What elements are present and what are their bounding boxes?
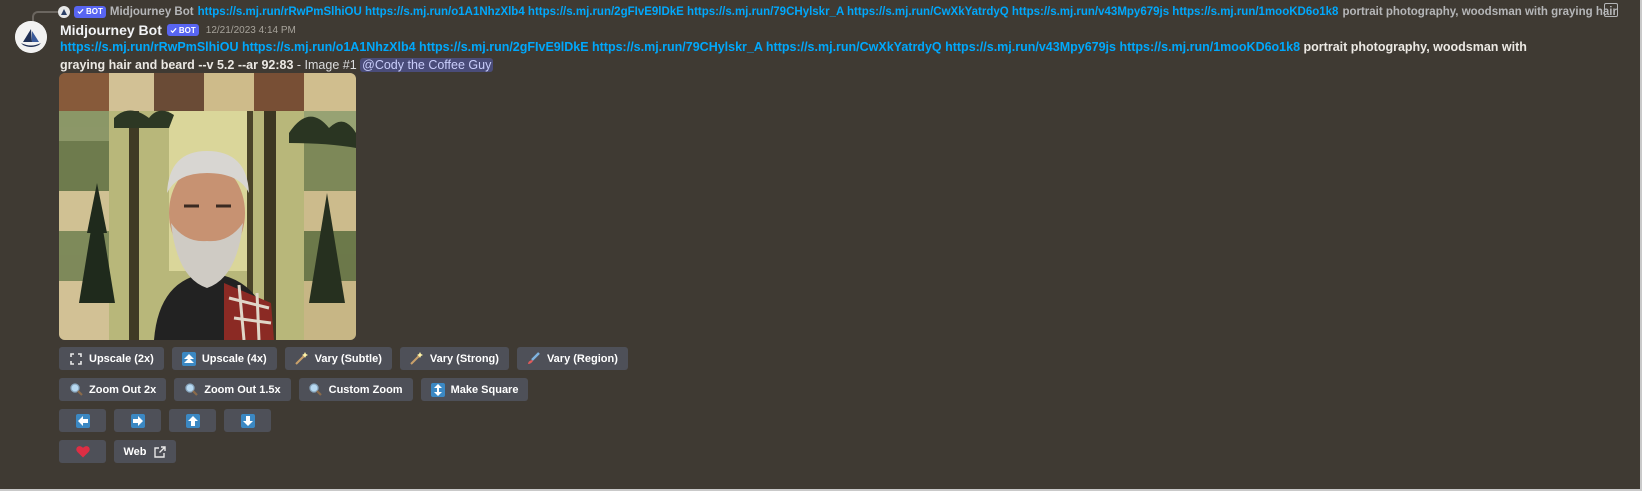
vary-subtle-button[interactable]: Vary (Subtle) <box>284 347 392 370</box>
message-header: Midjourney Bot BOT 12/21/2023 4:14 PM <box>60 21 296 39</box>
custom-zoom-label: Custom Zoom <box>328 383 403 396</box>
magnifier-icon <box>184 383 198 397</box>
arrow-left-icon <box>75 413 90 428</box>
web-button[interactable]: Web <box>114 440 176 463</box>
message-author[interactable]: Midjourney Bot <box>60 22 162 38</box>
message-content: https://s.mj.run/rRwPmSlhiOU https://s.m… <box>60 38 1540 74</box>
favorite-button[interactable] <box>59 440 106 463</box>
magic-wand-icon <box>410 352 424 366</box>
upscale-2x-label: Upscale (2x) <box>89 352 154 365</box>
vary-region-button[interactable]: Vary (Region) <box>516 347 628 370</box>
zoom-out-2x-label: Zoom Out 2x <box>89 383 157 396</box>
button-row-zoom: Zoom Out 2x Zoom Out 1.5x Custom Zoom Ma… <box>59 378 529 401</box>
reply-author[interactable]: Midjourney Bot <box>110 6 194 18</box>
heart-icon <box>75 445 90 459</box>
reply-bot-tag: BOT <box>74 5 106 18</box>
message-timestamp[interactable]: 12/21/2023 4:14 PM <box>206 25 296 36</box>
avatar[interactable] <box>15 21 47 53</box>
magnifier-icon <box>69 383 83 397</box>
magic-wand-icon <box>295 352 309 366</box>
arrow-up-icon <box>185 413 200 428</box>
message-links[interactable]: https://s.mj.run/rRwPmSlhiOU https://s.m… <box>60 40 1300 54</box>
generated-image[interactable] <box>59 73 356 340</box>
arrow-right-icon <box>130 413 145 428</box>
image-label: - Image #1 <box>293 58 361 72</box>
custom-zoom-button[interactable]: Custom Zoom <box>298 378 413 401</box>
arrow-down-icon <box>240 413 255 428</box>
pan-down-button[interactable] <box>224 409 271 432</box>
vary-subtle-label: Vary (Subtle) <box>314 352 382 365</box>
reply-avatar <box>58 5 70 18</box>
image-icon <box>1604 3 1618 17</box>
make-square-button[interactable]: Make Square <box>420 378 529 401</box>
magnifier-icon <box>309 383 323 397</box>
reply-links[interactable]: https://s.mj.run/rRwPmSlhiOU https://s.m… <box>198 6 1339 18</box>
double-up-arrow-icon <box>181 351 196 366</box>
vary-strong-button[interactable]: Vary (Strong) <box>399 347 509 370</box>
pan-right-button[interactable] <box>114 409 161 432</box>
vary-region-label: Vary (Region) <box>546 352 618 365</box>
reply-bot-tag-label: BOT <box>86 7 103 16</box>
zoom-out-2x-button[interactable]: Zoom Out 2x <box>59 378 167 401</box>
make-square-label: Make Square <box>450 383 519 396</box>
upscale-4x-label: Upscale (4x) <box>201 352 267 365</box>
reply-prompt[interactable]: portrait photography, woodsman with gray… <box>1342 6 1618 18</box>
message-bot-tag: BOT <box>166 24 199 36</box>
reply-spine <box>32 11 58 21</box>
button-row-actions: Web <box>59 440 176 463</box>
web-label: Web <box>123 445 147 458</box>
pan-up-button[interactable] <box>169 409 216 432</box>
button-row-upscale-vary: Upscale (2x) Upscale (4x) Vary (Subtle) … <box>59 347 628 370</box>
expand-icon <box>69 352 83 366</box>
vary-strong-label: Vary (Strong) <box>429 352 499 365</box>
zoom-out-1-5x-button[interactable]: Zoom Out 1.5x <box>174 378 291 401</box>
user-mention[interactable]: @Cody the Coffee Guy <box>360 58 494 72</box>
upscale-2x-button[interactable]: Upscale (2x) <box>59 347 164 370</box>
paintbrush-icon <box>527 352 541 366</box>
external-link-icon <box>153 445 167 459</box>
zoom-out-1-5x-label: Zoom Out 1.5x <box>204 383 281 396</box>
upscale-4x-button[interactable]: Upscale (4x) <box>171 347 277 370</box>
reply-reference[interactable]: BOT Midjourney Bot https://s.mj.run/rRwP… <box>58 3 1618 20</box>
button-row-pan <box>59 409 271 432</box>
up-down-arrow-icon <box>430 382 445 397</box>
message-bot-tag-label: BOT <box>178 25 196 35</box>
pan-left-button[interactable] <box>59 409 106 432</box>
